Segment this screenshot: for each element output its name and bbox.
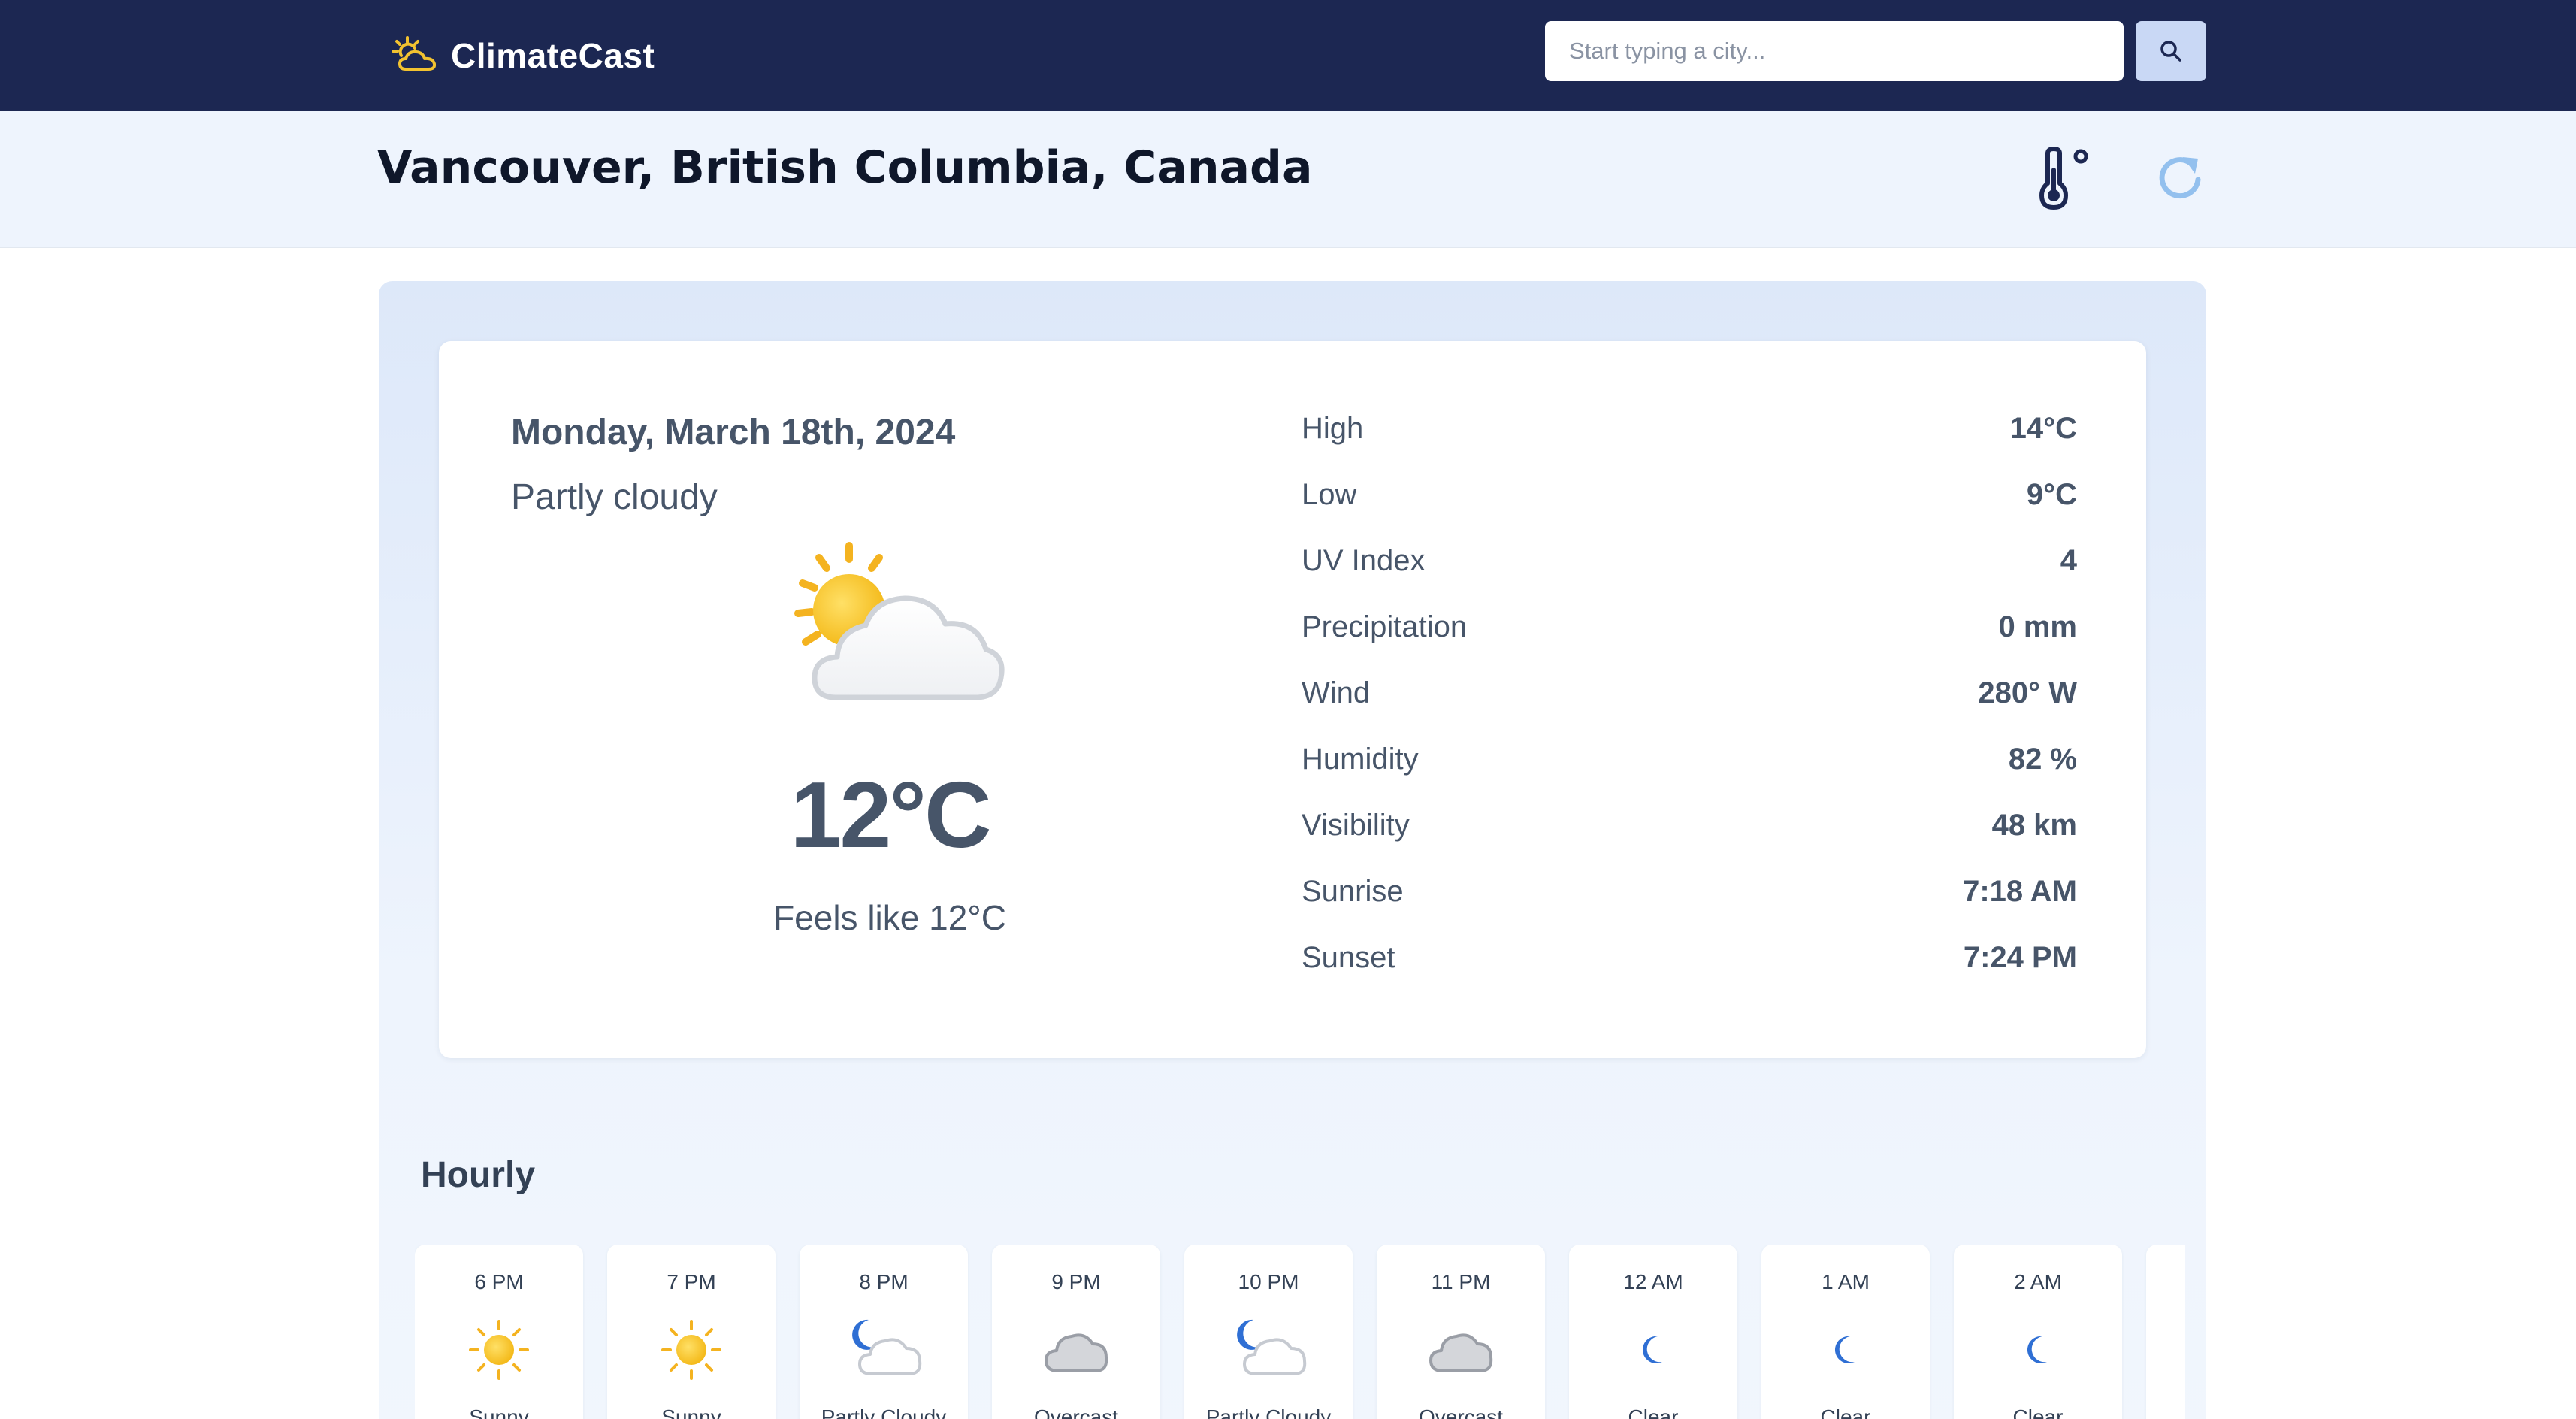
stat-label: Humidity xyxy=(1302,743,1419,776)
cloud-icon xyxy=(1031,1314,1121,1386)
sun-cloud-icon xyxy=(392,36,437,71)
stat-uv-index: UV Index 4 xyxy=(1302,544,2077,610)
stat-label: High xyxy=(1302,412,1364,445)
hour-condition: Clear xyxy=(2012,1405,2064,1419)
current-date: Monday, March 18th, 2024 xyxy=(511,413,956,452)
hourly-card[interactable]: 8 PM Partly Cloudy xyxy=(800,1245,968,1419)
location-title: Vancouver, British Columbia, Canada xyxy=(377,141,1313,194)
cloud-icon xyxy=(1416,1314,1506,1386)
stat-value: 82 % xyxy=(2008,743,2077,776)
hourly-card[interactable]: 12 AM Clear xyxy=(1569,1245,1737,1419)
stat-value: 14°C xyxy=(2009,412,2077,445)
top-nav: ClimateCast xyxy=(0,0,2576,111)
hour-condition: Overcast xyxy=(1418,1405,1504,1419)
hour-time: 8 PM xyxy=(859,1270,909,1293)
current-condition: Partly cloudy xyxy=(511,477,718,517)
refresh-button[interactable] xyxy=(2146,144,2214,212)
stat-label: Low xyxy=(1302,478,1357,511)
unit-toggle-button[interactable] xyxy=(2029,141,2097,216)
moon-icon xyxy=(1993,1314,2083,1386)
stat-precipitation: Precipitation 0 mm xyxy=(1302,610,2077,676)
search-button[interactable] xyxy=(2136,21,2206,81)
hour-time: 1 AM xyxy=(1822,1270,1870,1293)
stat-label: Sunrise xyxy=(1302,875,1404,908)
hour-condition: Clear xyxy=(1628,1405,1679,1419)
moon-icon xyxy=(1800,1314,1891,1386)
stat-visibility: Visibility 48 km xyxy=(1302,809,2077,875)
weather-stats: High 14°C Low 9°C UV Index 4 Precipitati… xyxy=(1302,412,2077,1007)
stat-wind: Wind 280° W xyxy=(1302,676,2077,743)
hourly-card[interactable]: 7 PM Sunny xyxy=(607,1245,776,1419)
hour-time: 6 PM xyxy=(474,1270,524,1293)
moon-cloud-icon xyxy=(1223,1314,1314,1386)
hour-condition: Partly Cloudy xyxy=(821,1405,947,1419)
hour-condition: Clear xyxy=(1820,1405,1871,1419)
stat-label: Visibility xyxy=(1302,809,1410,842)
current-temperature: 12°C xyxy=(790,764,991,867)
hourly-card[interactable]: 2 AM Clear xyxy=(1954,1245,2122,1419)
stat-label: Wind xyxy=(1302,676,1371,710)
hourly-card[interactable]: 11 PM Overcast xyxy=(1377,1245,1545,1419)
stat-label: Precipitation xyxy=(1302,610,1468,643)
stat-sunset: Sunset 7:24 PM xyxy=(1302,941,2077,1007)
stat-value: 4 xyxy=(2060,544,2077,577)
hourly-forecast-strip[interactable]: 6 PM Sunny 7 PM Sunny 8 PM Partly Cloudy… xyxy=(415,1245,2185,1419)
hourly-card-partial[interactable] xyxy=(2146,1245,2185,1419)
hour-time: 7 PM xyxy=(667,1270,716,1293)
stat-value: 280° W xyxy=(1978,676,2077,710)
hour-condition: Sunny xyxy=(661,1405,721,1419)
brand-logo[interactable]: ClimateCast xyxy=(391,26,655,86)
partly-cloudy-icon xyxy=(794,542,1005,700)
hourly-card[interactable]: 9 PM Overcast xyxy=(992,1245,1160,1419)
stat-low: Low 9°C xyxy=(1302,478,2077,544)
refresh-icon xyxy=(2159,157,2201,199)
stat-value: 7:18 AM xyxy=(1963,875,2077,908)
app-name: ClimateCast xyxy=(451,36,655,75)
hour-time: 11 PM xyxy=(1431,1270,1491,1293)
hour-condition: Partly Cloudy xyxy=(1205,1405,1332,1419)
hourly-card[interactable]: 1 AM Clear xyxy=(1761,1245,1930,1419)
search-icon xyxy=(2160,41,2181,62)
hour-condition: Overcast xyxy=(1033,1405,1119,1419)
hourly-card[interactable]: 6 PM Sunny xyxy=(415,1245,583,1419)
hour-time: 2 AM xyxy=(2014,1270,2062,1293)
hourly-card[interactable]: 10 PM Partly Cloudy xyxy=(1184,1245,1353,1419)
stat-value: 9°C xyxy=(2026,478,2077,511)
thermometer-degree-icon xyxy=(2039,147,2088,210)
weather-panel: Monday, March 18th, 2024 Partly cloudy 1… xyxy=(379,281,2206,1419)
stat-sunrise: Sunrise 7:18 AM xyxy=(1302,875,2077,941)
stat-value: 48 km xyxy=(1991,809,2077,842)
stat-label: UV Index xyxy=(1302,544,1426,577)
stat-high: High 14°C xyxy=(1302,412,2077,478)
hour-condition: Sunny xyxy=(469,1405,529,1419)
feels-like: Feels like 12°C xyxy=(773,898,1006,937)
stat-value: 0 mm xyxy=(1998,610,2078,643)
hourly-heading: Hourly xyxy=(421,1155,536,1195)
hour-time: 12 AM xyxy=(1623,1270,1683,1293)
stat-humidity: Humidity 82 % xyxy=(1302,743,2077,809)
city-search-input[interactable] xyxy=(1545,21,2124,81)
sun-icon xyxy=(646,1314,736,1386)
moon-icon xyxy=(1608,1314,1698,1386)
sun-icon xyxy=(454,1314,544,1386)
current-weather-card: Monday, March 18th, 2024 Partly cloudy 1… xyxy=(439,341,2146,1058)
stat-label: Sunset xyxy=(1302,941,1395,974)
location-bar: Vancouver, British Columbia, Canada xyxy=(0,111,2576,248)
stat-value: 7:24 PM xyxy=(1963,941,2077,974)
moon-cloud-icon xyxy=(839,1314,929,1386)
hour-time: 9 PM xyxy=(1051,1270,1101,1293)
hour-time: 10 PM xyxy=(1238,1270,1299,1293)
